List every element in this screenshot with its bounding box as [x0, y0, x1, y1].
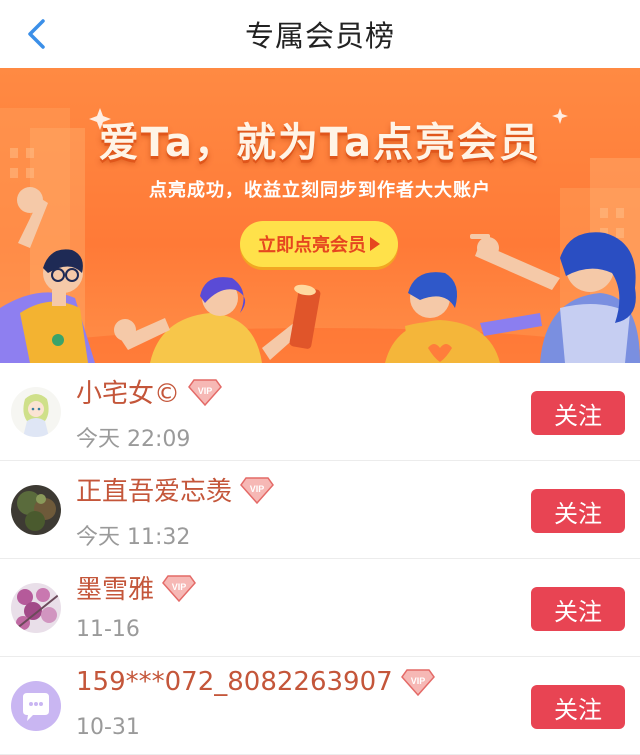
vip-badge-icon: VIP [188, 378, 222, 406]
follow-button[interactable]: 关注 [531, 489, 625, 533]
vip-badge-icon: VIP [240, 476, 274, 504]
svg-text:VIP: VIP [172, 582, 187, 592]
svg-text:VIP: VIP [410, 676, 425, 686]
follow-button[interactable]: 关注 [531, 587, 625, 631]
member-name[interactable]: 正直吾爱忘羡 VIP [76, 471, 274, 508]
list-item[interactable]: 正直吾爱忘羡 VIP 今天 11:32 关注 [0, 461, 640, 559]
svg-text:VIP: VIP [198, 386, 213, 396]
join-time: 今天 22:09 [76, 427, 191, 452]
chevron-left-icon [28, 19, 45, 49]
avatar[interactable] [11, 583, 61, 633]
vip-badge-icon: VIP [162, 574, 196, 602]
play-triangle-icon [370, 237, 380, 251]
member-name[interactable]: 墨雪雅 VIP [76, 569, 196, 606]
join-time: 10-31 [76, 715, 140, 740]
follow-button[interactable]: 关注 [531, 391, 625, 435]
banner-subtitle: 点亮成功，收益立刻同步到作者大大账户 [149, 180, 491, 201]
list-item[interactable]: 墨雪雅 VIP 11-16 关注 [0, 559, 640, 657]
vip-badge-icon: VIP [400, 668, 435, 696]
avatar[interactable] [11, 681, 61, 731]
back-button[interactable] [16, 14, 56, 54]
list-item[interactable]: 小宅女© VIP 今天 22:09 关注 [0, 363, 640, 461]
promo-banner[interactable]: 爱Ta，就为Ta点亮会员 点亮成功，收益立刻同步到作者大大账户 立即点亮会员 [0, 68, 640, 363]
member-name[interactable]: 159***072_8082263907 VIP [76, 667, 435, 697]
cta-label: 立即点亮会员 [258, 235, 366, 256]
avatar[interactable] [11, 485, 61, 535]
follow-button[interactable]: 关注 [531, 685, 625, 729]
member-list: 小宅女© VIP 今天 22:09 关注 正直吾爱忘羡 VIP 今天 11:32… [0, 363, 640, 755]
page-title: 专属会员榜 [244, 19, 395, 53]
list-item[interactable]: 159***072_8082263907 VIP 10-31 关注 [0, 657, 640, 755]
top-nav-bar: 专属会员榜 [0, 0, 640, 68]
join-time: 11-16 [76, 617, 140, 642]
avatar[interactable] [11, 387, 61, 437]
join-time: 今天 11:32 [76, 525, 191, 550]
member-name[interactable]: 小宅女© VIP [76, 373, 222, 410]
banner-headline: 爱Ta，就为Ta点亮会员 [98, 120, 542, 166]
svg-text:VIP: VIP [250, 484, 265, 494]
light-up-membership-button[interactable]: 立即点亮会员 [240, 221, 398, 267]
